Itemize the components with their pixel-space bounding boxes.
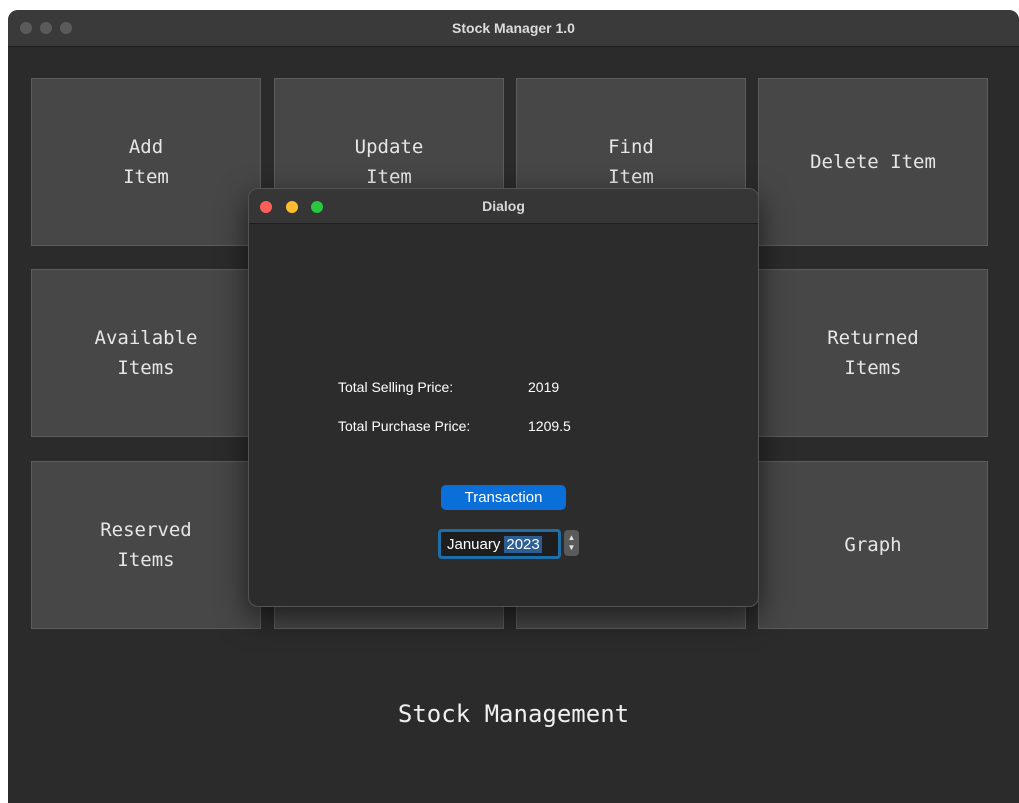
total-purchase-value: 1209.5 xyxy=(528,418,571,434)
zoom-icon[interactable] xyxy=(311,201,323,213)
add-item-button[interactable]: Add Item xyxy=(31,78,261,246)
footer-title: Stock Management xyxy=(397,700,630,728)
close-icon[interactable] xyxy=(260,201,272,213)
graph-button[interactable]: Graph xyxy=(758,461,988,629)
dialog-title: Dialog xyxy=(482,198,525,214)
stepper-icon[interactable]: ▲ ▼ xyxy=(564,530,579,556)
transaction-button[interactable]: Transaction xyxy=(441,485,566,510)
total-selling-value: 2019 xyxy=(528,379,560,395)
delete-item-button[interactable]: Delete Item xyxy=(758,78,988,246)
dialog-window: Dialog Total Selling Price: 2019 Total P… xyxy=(248,188,759,607)
chevron-down-icon[interactable]: ▼ xyxy=(568,543,576,553)
zoom-icon[interactable] xyxy=(60,22,72,34)
minimize-icon[interactable] xyxy=(40,22,52,34)
date-input[interactable]: January 2023 xyxy=(438,529,561,559)
date-month: January xyxy=(447,535,501,553)
dialog-titlebar: Dialog xyxy=(249,189,758,224)
total-purchase-label: Total Purchase Price: xyxy=(338,418,471,434)
window-title: Stock Manager 1.0 xyxy=(452,20,575,36)
total-selling-label: Total Selling Price: xyxy=(338,379,454,395)
returned-items-button[interactable]: Returned Items xyxy=(758,269,988,437)
main-titlebar: Stock Manager 1.0 xyxy=(8,10,1019,47)
minimize-icon[interactable] xyxy=(286,201,298,213)
reserved-items-button[interactable]: Reserved Items xyxy=(31,461,261,629)
close-icon[interactable] xyxy=(20,22,32,34)
date-year: 2023 xyxy=(504,535,542,553)
available-items-button[interactable]: Available Items xyxy=(31,269,261,437)
chevron-up-icon[interactable]: ▲ xyxy=(568,533,576,543)
